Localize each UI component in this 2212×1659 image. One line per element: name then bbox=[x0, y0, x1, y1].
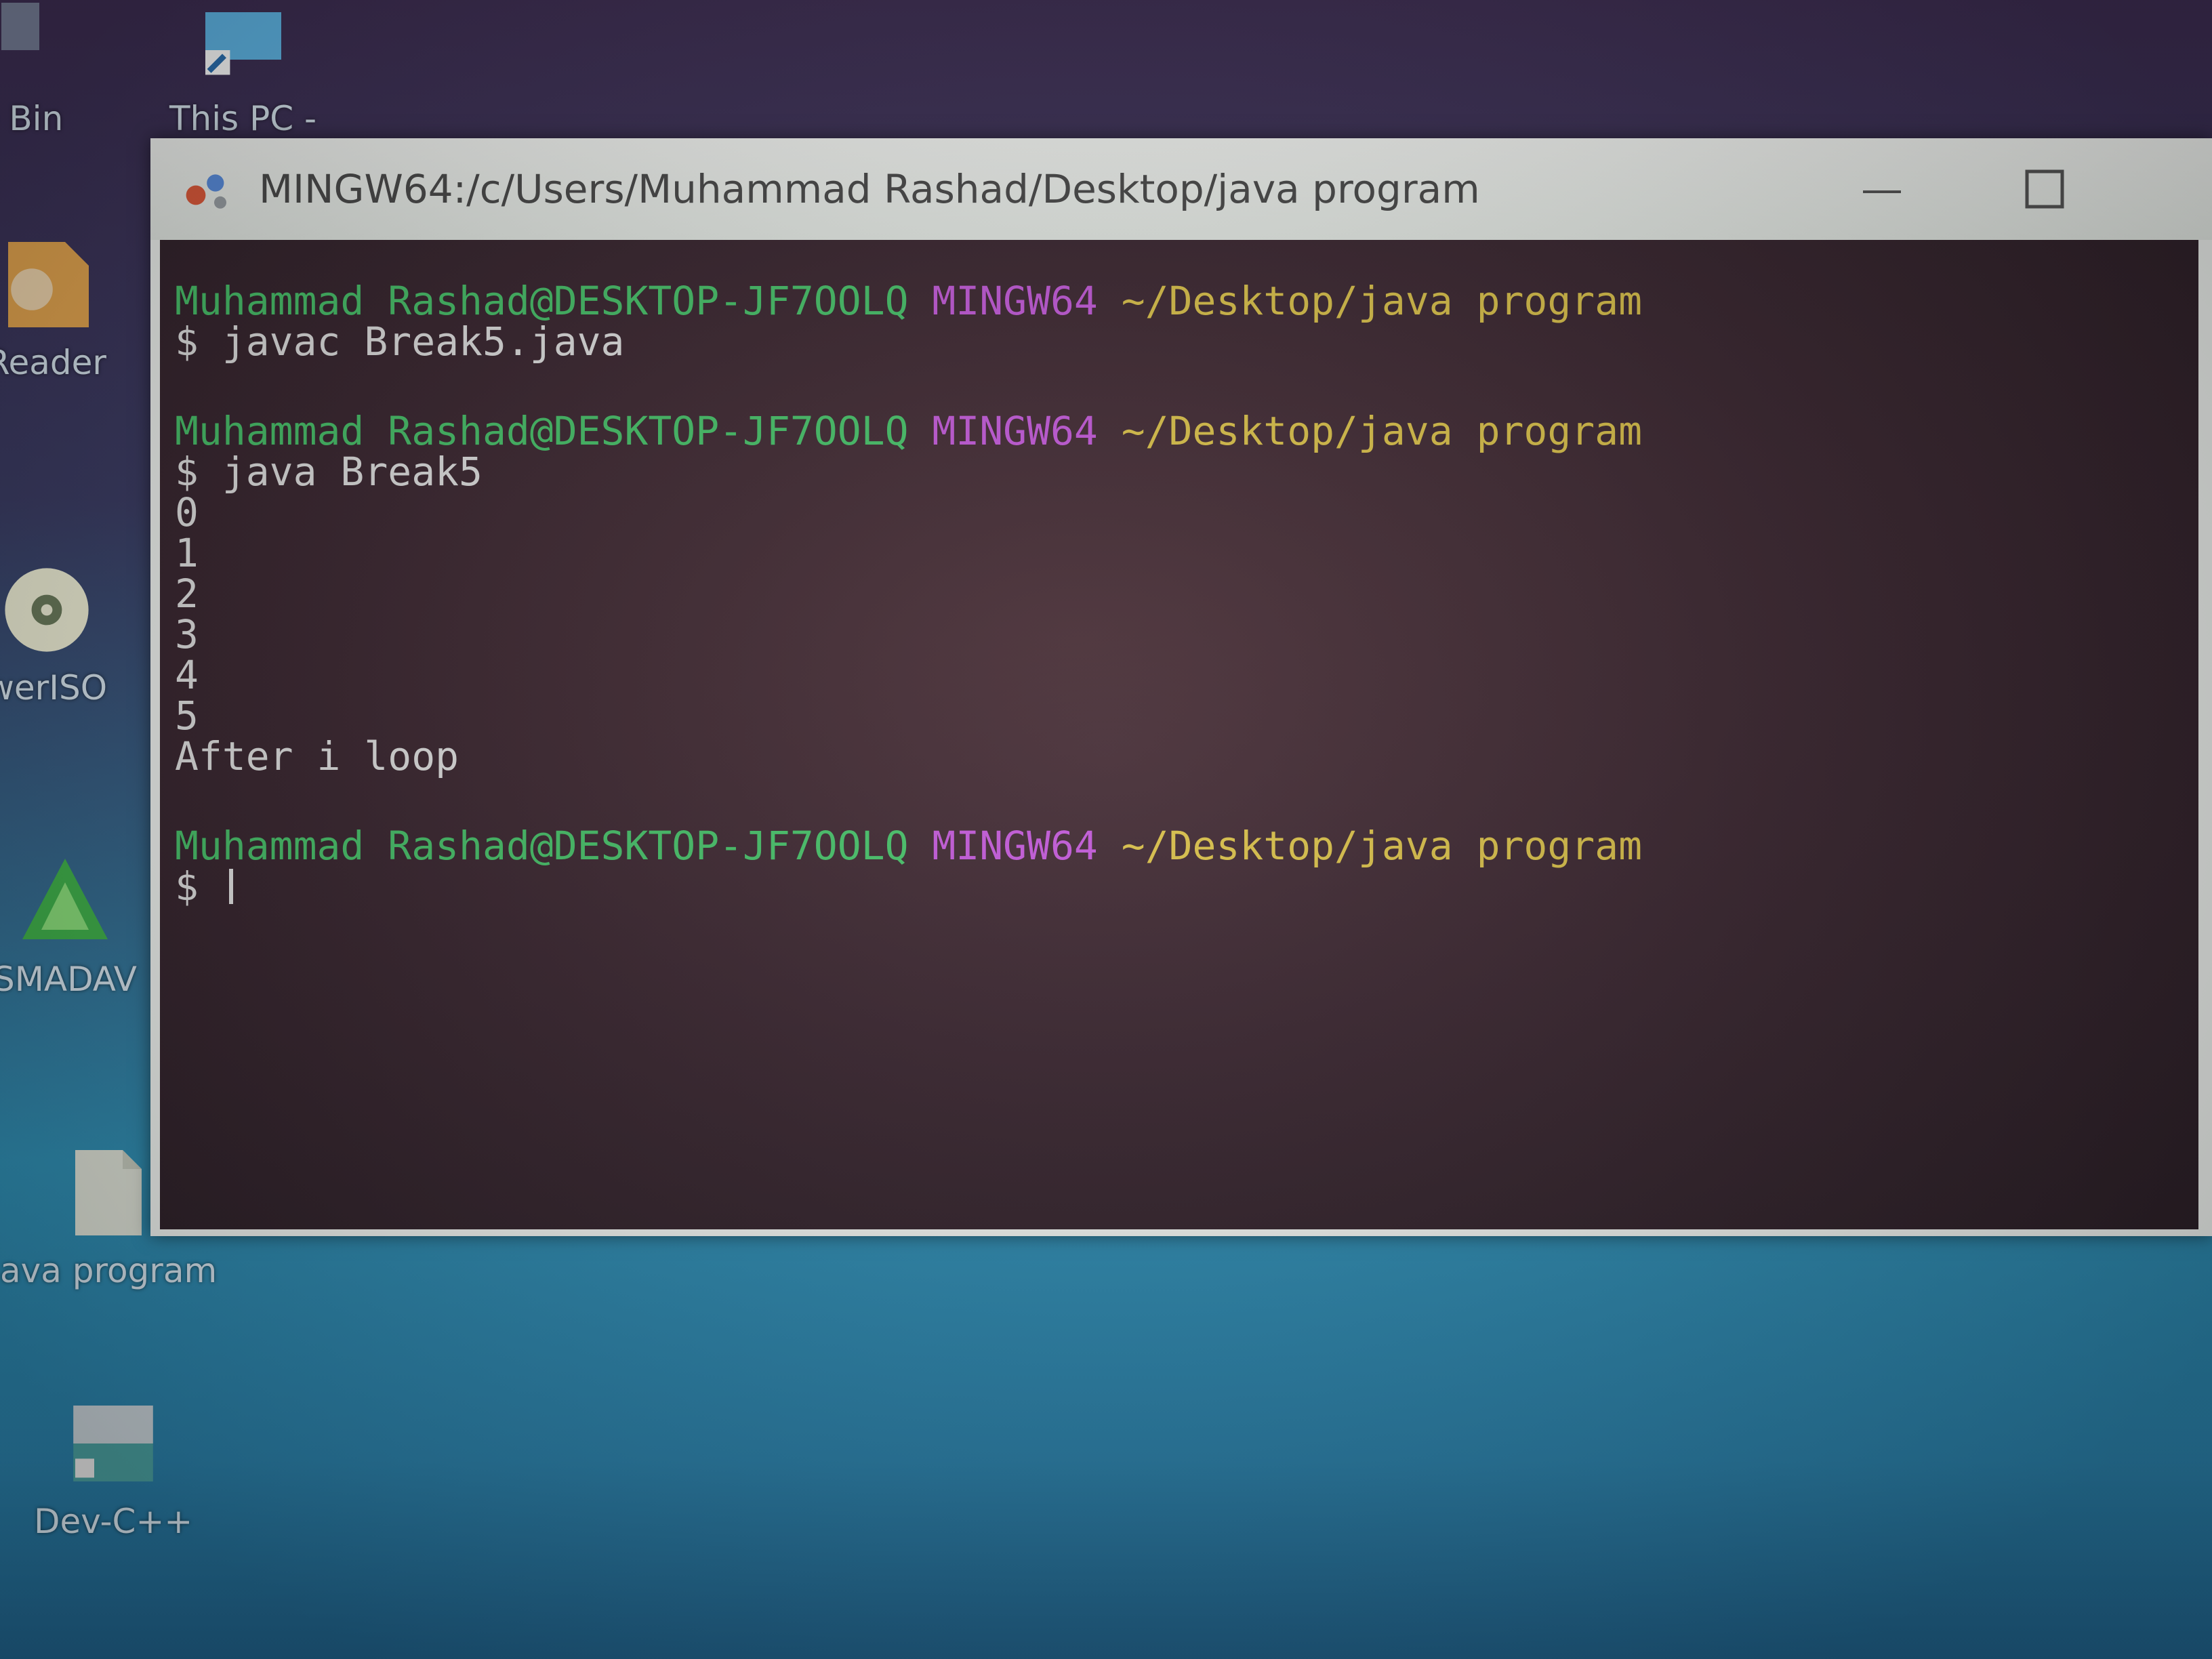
output-line: 0 bbox=[175, 489, 199, 535]
desktop-icon-recycle-bin[interactable]: e Bin bbox=[0, 0, 68, 138]
output-line: 3 bbox=[175, 611, 199, 657]
maximize-icon bbox=[2025, 169, 2064, 209]
terminal-content: Muhammad Rashad@DESKTOP-JF7OOLQ MINGW64 … bbox=[175, 281, 2181, 907]
git-bash-icon bbox=[186, 174, 226, 209]
desktop-icon-this-pc[interactable]: This PC - bbox=[169, 0, 316, 138]
desktop-icon-label: Dev-C++ bbox=[34, 1502, 193, 1541]
terminal-console[interactable]: Muhammad Rashad@DESKTOP-JF7OOLQ MINGW64 … bbox=[160, 240, 2198, 1229]
command-line: $ java Break5 bbox=[175, 449, 483, 495]
command-line: $ javac Break5.java bbox=[175, 319, 625, 365]
prompt-user: Muhammad Rashad@DESKTOP-JF7OOLQ bbox=[175, 408, 909, 454]
desktop-icon-poweriso[interactable]: werISO bbox=[0, 562, 107, 708]
desktop-icon-pdf-reader[interactable]: Reader bbox=[0, 237, 106, 382]
desktop: e Bin This PC - Reader werISO SMADAV bbox=[0, 0, 2212, 1659]
desktop-icon-dev-cpp[interactable]: Dev-C++ bbox=[34, 1396, 192, 1541]
pdf-reader-icon bbox=[8, 242, 89, 327]
text-cursor bbox=[228, 869, 233, 904]
window-titlebar[interactable]: MINGW64:/c/Users/Muhammad Rashad/Desktop… bbox=[150, 138, 2212, 240]
output-line: 2 bbox=[175, 571, 199, 617]
desktop-icon-smadav[interactable]: SMADAV bbox=[0, 854, 137, 999]
recycle-bin-icon bbox=[1, 3, 39, 50]
smadav-icon bbox=[22, 859, 108, 939]
minimize-button[interactable] bbox=[1851, 159, 1912, 220]
maximize-button[interactable] bbox=[2014, 159, 2075, 220]
prompt-line: Muhammad Rashad@DESKTOP-JF7OOLQ MINGW64 … bbox=[175, 825, 2181, 866]
minimize-icon bbox=[1863, 190, 1901, 193]
dev-cpp-icon bbox=[73, 1406, 153, 1481]
desktop-icon-label: ava program bbox=[0, 1251, 218, 1290]
prompt-line: Muhammad Rashad@DESKTOP-JF7OOLQ MINGW64 … bbox=[175, 281, 2181, 321]
prompt-user: Muhammad Rashad@DESKTOP-JF7OOLQ bbox=[175, 823, 909, 869]
output-line: After i loop bbox=[175, 733, 459, 779]
input-prompt: $ bbox=[175, 863, 222, 909]
output-line: 4 bbox=[175, 652, 199, 698]
output-line: 5 bbox=[175, 693, 199, 739]
output-line: 1 bbox=[175, 530, 199, 576]
prompt-path: ~/Desktop/java program bbox=[1121, 823, 1642, 869]
prompt-user: Muhammad Rashad@DESKTOP-JF7OOLQ bbox=[175, 278, 909, 324]
prompt-system: MINGW64 bbox=[932, 408, 1098, 454]
desktop-icon-label: e Bin bbox=[0, 99, 64, 138]
prompt-system: MINGW64 bbox=[932, 823, 1098, 869]
desktop-icon-label: SMADAV bbox=[0, 960, 137, 999]
desktop-icon-label: This PC - bbox=[169, 99, 317, 138]
folder-icon bbox=[75, 1150, 142, 1235]
desktop-icon-label: werISO bbox=[0, 668, 108, 708]
prompt-system: MINGW64 bbox=[932, 278, 1098, 324]
this-pc-icon bbox=[205, 12, 281, 75]
window-title: MINGW64:/c/Users/Muhammad Rashad/Desktop… bbox=[259, 166, 1480, 212]
desktop-icon-label: Reader bbox=[0, 343, 106, 382]
input-line[interactable]: $ bbox=[175, 866, 2181, 907]
prompt-path: ~/Desktop/java program bbox=[1121, 278, 1642, 324]
terminal-window: MINGW64:/c/Users/Muhammad Rashad/Desktop… bbox=[150, 138, 2212, 1236]
prompt-line: Muhammad Rashad@DESKTOP-JF7OOLQ MINGW64 … bbox=[175, 411, 2181, 451]
poweriso-icon bbox=[5, 568, 89, 652]
prompt-path: ~/Desktop/java program bbox=[1121, 408, 1642, 454]
